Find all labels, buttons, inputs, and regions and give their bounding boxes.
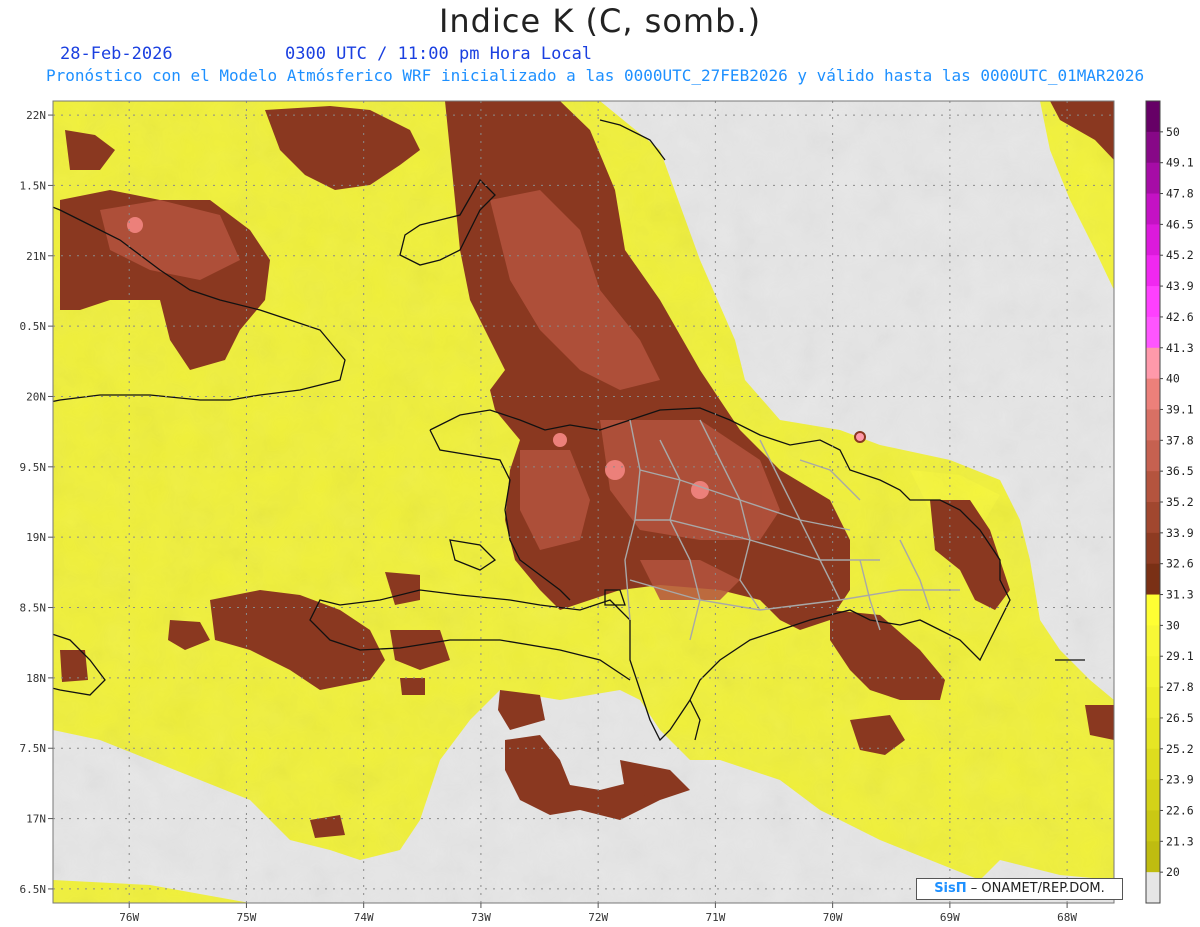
x-tick-label: 74W bbox=[354, 911, 374, 924]
colorbar-segment bbox=[1146, 347, 1160, 380]
x-tick-label: 72W bbox=[588, 911, 608, 924]
colorbar-segment bbox=[1146, 101, 1160, 133]
y-tick-label: 21N bbox=[26, 250, 46, 263]
y-tick-label: 19N bbox=[26, 531, 46, 544]
colorbar-segment bbox=[1146, 687, 1160, 719]
y-tick-label: 1.5N bbox=[20, 179, 47, 192]
colorbar-segment bbox=[1146, 872, 1160, 904]
x-tick-label: 68W bbox=[1057, 911, 1077, 924]
credit-brand: SisΠ bbox=[934, 881, 967, 896]
colorbar-segment bbox=[1146, 193, 1160, 225]
colorbar-label: 40 bbox=[1166, 372, 1180, 386]
colorbar-segment bbox=[1146, 563, 1160, 596]
colorbar-segment bbox=[1146, 502, 1160, 534]
colorbar-label: 46.5 bbox=[1166, 217, 1194, 231]
colorbar: 50 49.1 47.8 46.5 45.2 43.9 42.6 41.3 40 39.1 37.8… bbox=[1145, 100, 1194, 904]
colorbar-label: 22.6 bbox=[1166, 803, 1194, 817]
colorbar-label: 43.9 bbox=[1166, 279, 1194, 293]
colorbar-label: 29.1 bbox=[1166, 649, 1194, 663]
colorbar-segment bbox=[1146, 286, 1160, 318]
colorbar-segment bbox=[1146, 440, 1160, 472]
colorbar-segment bbox=[1146, 255, 1160, 287]
y-tick-label: 6.5N bbox=[20, 883, 47, 896]
y-tick-label: 9.5N bbox=[20, 461, 47, 474]
colorbar-segment bbox=[1146, 656, 1160, 688]
x-tick-label: 73W bbox=[471, 911, 491, 924]
y-tick-label: 0.5N bbox=[20, 320, 47, 333]
colorbar-label: 25.2 bbox=[1166, 742, 1194, 756]
x-tick-label: 71W bbox=[705, 911, 725, 924]
colorbar-segment bbox=[1146, 532, 1160, 565]
colorbar-segment bbox=[1146, 625, 1160, 657]
colorbar-segment bbox=[1146, 224, 1160, 256]
colorbar-segment bbox=[1146, 748, 1160, 781]
y-tick-label: 22N bbox=[26, 109, 46, 122]
x-tick-label: 69W bbox=[940, 911, 960, 924]
k-index-map: 76W 75W 74W 73W 72W 71W 70W 69W 68W 22N 1.5N 21N 0.… bbox=[20, 100, 1194, 924]
y-tick-label: 18N bbox=[26, 672, 46, 685]
colorbar-segment bbox=[1146, 409, 1160, 441]
colorbar-label: 32.6 bbox=[1166, 557, 1194, 571]
colorbar-segment bbox=[1146, 471, 1160, 503]
colorbar-label: 27.8 bbox=[1166, 680, 1194, 694]
colorbar-label: 30 bbox=[1166, 618, 1180, 632]
colorbar-label: 49.1 bbox=[1166, 156, 1194, 170]
colorbar-label: 42.6 bbox=[1166, 310, 1194, 324]
colorbar-label: 45.2 bbox=[1166, 248, 1194, 262]
colorbar-label: 23.9 bbox=[1166, 773, 1194, 787]
colorbar-segment bbox=[1146, 779, 1160, 811]
credit-box: SisΠ – ONAMET/REP.DOM. bbox=[916, 878, 1123, 900]
x-tick-label: 76W bbox=[119, 911, 139, 924]
colorbar-segment bbox=[1146, 717, 1160, 750]
colorbar-segment bbox=[1146, 810, 1160, 842]
y-tick-label: 8.5N bbox=[20, 602, 47, 615]
colorbar-label: 37.8 bbox=[1166, 433, 1194, 447]
y-tick-label: 7.5N bbox=[20, 742, 47, 755]
colorbar-label: 39.1 bbox=[1166, 402, 1194, 416]
colorbar-segment bbox=[1146, 378, 1160, 410]
y-tick-label: 17N bbox=[26, 813, 46, 826]
colorbar-label: 26.5 bbox=[1166, 711, 1194, 725]
colorbar-label: 31.3 bbox=[1166, 588, 1194, 602]
x-axis: 76W 75W 74W 73W 72W 71W 70W 69W 68W bbox=[119, 903, 1077, 924]
y-tick-label: 20N bbox=[26, 390, 46, 403]
colorbar-label: 35.2 bbox=[1166, 495, 1194, 509]
y-axis: 22N 1.5N 21N 0.5N 20N 9.5N 19N 8.5N 18N 7.5N 17N 6.… bbox=[20, 109, 53, 896]
colorbar-label: 50 bbox=[1166, 125, 1180, 139]
colorbar-label: 41.3 bbox=[1166, 341, 1194, 355]
colorbar-label: 21.3 bbox=[1166, 834, 1194, 848]
colorbar-label: 20 bbox=[1166, 865, 1180, 879]
colorbar-label: 47.8 bbox=[1166, 187, 1194, 201]
x-tick-label: 70W bbox=[823, 911, 843, 924]
colorbar-segment bbox=[1146, 131, 1160, 164]
colorbar-label: 33.9 bbox=[1166, 526, 1194, 540]
colorbar-segment bbox=[1146, 162, 1160, 195]
colorbar-segment bbox=[1146, 841, 1160, 873]
credit-text: – ONAMET/REP.DOM. bbox=[970, 881, 1105, 896]
colorbar-label: 36.5 bbox=[1166, 464, 1194, 478]
colorbar-segment bbox=[1146, 316, 1160, 349]
x-tick-label: 75W bbox=[237, 911, 257, 924]
colorbar-segment bbox=[1146, 594, 1160, 626]
